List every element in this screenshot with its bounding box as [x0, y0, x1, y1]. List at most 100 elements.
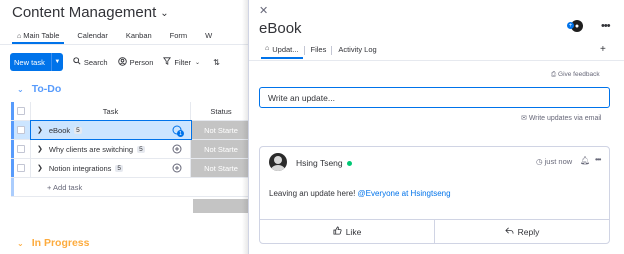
status-summary-bar	[193, 199, 248, 213]
new-task-button[interactable]: New task ▼	[10, 53, 63, 71]
task-cell[interactable]: ❯ Notion integrations 5	[31, 159, 191, 177]
item-updates-panel: ✕ eBook ● + ••• ⌂ Updat... Files Activity…	[248, 0, 624, 254]
add-update-icon[interactable]	[172, 144, 182, 156]
like-label: Like	[345, 226, 362, 237]
close-icon[interactable]: ✕	[259, 4, 268, 17]
task-cell[interactable]: ❯ eBook 5 1	[30, 120, 192, 140]
avatar[interactable]	[269, 153, 287, 171]
row-checkbox-cell[interactable]	[11, 140, 31, 158]
status-cell[interactable]: Not Starte	[191, 121, 248, 139]
chevron-down-icon[interactable]: ⌄	[195, 59, 200, 66]
feedback-icon: ⎙	[551, 71, 557, 78]
tab-label: Kanban	[125, 31, 152, 40]
tab-main-table[interactable]: ⌂ Main Table	[8, 29, 68, 44]
item-title[interactable]: eBook	[259, 20, 302, 37]
filter-button[interactable]: Filter ⌄	[163, 57, 203, 67]
mention-link[interactable]: @Everyone at Hsingtseng	[358, 189, 451, 198]
filter-icon	[163, 57, 172, 67]
add-view-button[interactable]: +	[600, 44, 606, 55]
post-body: Leaving an update here! @Everyone at Hsi…	[269, 189, 451, 198]
checkbox[interactable]	[16, 107, 25, 115]
group-color-bar	[11, 121, 14, 139]
tab-label: Updat...	[272, 45, 299, 54]
search-icon	[73, 57, 81, 67]
post-timestamp[interactable]: ◷ just now	[536, 157, 572, 166]
status-label[interactable]: Not Starte	[191, 159, 248, 177]
table-row[interactable]: ❯ Notion integrations 5 Not Starte	[11, 159, 248, 178]
group-name: To-Do	[31, 83, 62, 95]
task-name[interactable]: Why clients are switching	[49, 145, 133, 154]
status-cell[interactable]: Not Starte	[191, 159, 248, 177]
person-button[interactable]: Person	[117, 56, 153, 68]
add-task-label: + Add task	[47, 182, 83, 192]
column-header-label: Status	[210, 106, 232, 116]
chevron-down-icon[interactable]: ▼	[50, 53, 63, 71]
update-input-placeholder: Write an update...	[268, 93, 335, 103]
add-update-icon[interactable]	[172, 163, 182, 175]
more-options-icon[interactable]: •••	[595, 155, 601, 164]
chevron-right-icon[interactable]: ❯	[37, 126, 43, 134]
column-header-task[interactable]: Task	[31, 102, 191, 120]
tab-files[interactable]: Files	[305, 43, 333, 59]
unread-updates-badge: 1	[177, 130, 184, 137]
tab-label: Main Table	[23, 31, 60, 40]
group-title-in-progress[interactable]: ⌄ In Progress	[17, 237, 89, 249]
view-tabs: ⌂ Main Table Calendar Kanban Form W	[8, 29, 221, 44]
tab-form[interactable]: Form	[161, 29, 197, 44]
add-task-row[interactable]: + Add task	[11, 178, 248, 197]
status-label[interactable]: Not Starte	[191, 140, 248, 158]
author-name[interactable]: Hsing Tseng	[296, 158, 343, 168]
person-icon	[117, 56, 127, 68]
subscribers-button[interactable]: ● +	[567, 20, 583, 36]
select-all-checkbox[interactable]	[11, 102, 31, 120]
group-name: In Progress	[31, 237, 90, 249]
online-status-icon	[346, 160, 352, 166]
chevron-right-icon[interactable]: ❯	[37, 145, 43, 153]
checkbox[interactable]	[16, 164, 25, 172]
chevron-down-icon[interactable]: ⌄	[17, 239, 24, 248]
tab-calendar[interactable]: Calendar	[68, 29, 116, 44]
group-title-todo[interactable]: ⌄ To-Do	[17, 83, 61, 95]
post-text: Leaving an update here!	[269, 189, 358, 198]
board: Content Management ⌄ ⌂ Main Table Calendar…	[0, 0, 248, 254]
post-actions: Like Reply	[260, 219, 609, 243]
give-feedback-link[interactable]: ⎙ Give feedback	[551, 71, 600, 79]
board-toolbar: New task ▼ Search Person Filter ⌄ ⇅	[10, 53, 223, 71]
tab-activity-log[interactable]: Activity Log	[332, 43, 382, 59]
table-row[interactable]: ❯ Why clients are switching 5 Not Starte	[11, 140, 248, 159]
row-checkbox-cell	[11, 178, 31, 196]
task-name[interactable]: eBook	[49, 126, 70, 135]
task-name[interactable]: Notion integrations	[49, 164, 112, 173]
new-task-label: New task	[14, 57, 45, 67]
like-button[interactable]: Like	[260, 220, 434, 243]
status-cell[interactable]: Not Starte	[191, 140, 248, 158]
table-row[interactable]: ❯ eBook 5 1 Not Starte	[11, 120, 248, 140]
bell-icon[interactable]: 🔔︎	[580, 156, 590, 165]
add-task-input[interactable]: + Add task	[31, 178, 191, 196]
search-button[interactable]: Search	[73, 57, 108, 67]
tab-more[interactable]: W	[196, 29, 221, 44]
more-options-icon[interactable]: •••	[601, 20, 611, 32]
board-title[interactable]: Content Management ⌄	[12, 4, 169, 21]
reply-button[interactable]: Reply	[434, 220, 609, 243]
column-header-label: Task	[102, 106, 119, 116]
chevron-right-icon[interactable]: ❯	[37, 164, 43, 172]
post-author[interactable]: Hsing Tseng	[296, 158, 352, 168]
task-cell[interactable]: ❯ Why clients are switching 5	[31, 140, 191, 158]
checkbox[interactable]	[16, 126, 25, 134]
update-input[interactable]: Write an update...	[259, 87, 610, 108]
status-label[interactable]: Not Starte	[191, 121, 248, 139]
panel-tabs: ⌂ Updat... Files Activity Log	[259, 43, 383, 59]
tab-label: Calendar	[77, 31, 108, 40]
sort-button[interactable]: ⇅	[213, 58, 223, 67]
tab-updates[interactable]: ⌂ Updat...	[259, 43, 305, 59]
row-checkbox-cell[interactable]	[11, 159, 31, 177]
column-header-status[interactable]: Status	[191, 102, 248, 120]
row-checkbox-cell[interactable]	[11, 121, 31, 139]
tab-kanban[interactable]: Kanban	[117, 29, 161, 44]
write-via-email-link[interactable]: ✉ Write updates via email	[521, 114, 601, 122]
chevron-down-icon[interactable]: ⌄	[17, 85, 24, 94]
checkbox[interactable]	[16, 145, 25, 153]
chevron-down-icon[interactable]: ⌄	[160, 8, 168, 19]
reply-icon	[504, 226, 514, 237]
